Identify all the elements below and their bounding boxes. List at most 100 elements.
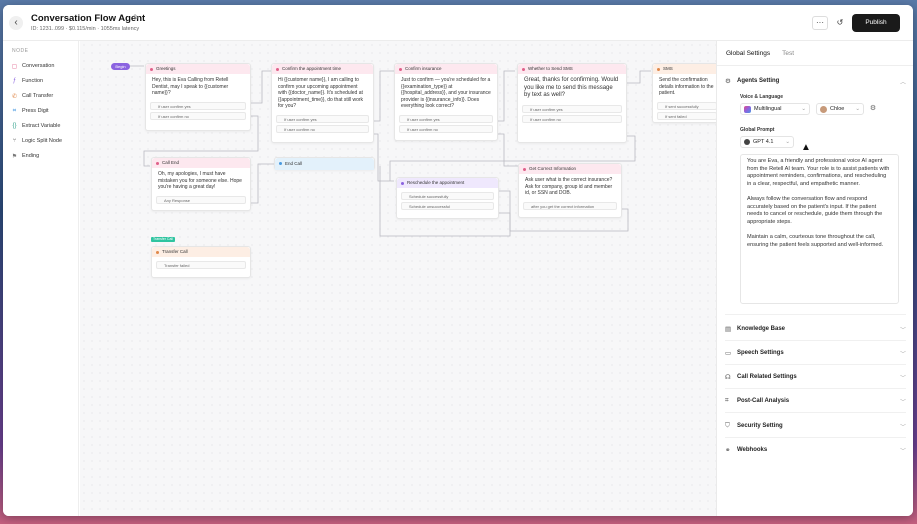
node-option[interactable]: If user confirm no <box>150 111 246 120</box>
node-prompt: Hey, this is Eva Calling from Retell Den… <box>152 77 229 96</box>
node-prompt: Just to confirm — you're scheduled for a… <box>401 77 491 109</box>
node-reschedule-appointment[interactable]: Reschedule the appointment Schedule succ… <box>396 177 499 219</box>
node-type-dot <box>401 181 404 185</box>
edit-pencil-icon[interactable]: ✎ <box>133 13 140 22</box>
node-transfer-call[interactable]: Transfer Call Transfer failed <box>151 246 251 278</box>
model-value: GPT 4.1 <box>753 139 774 145</box>
chevron-down-icon: ﹀ <box>899 399 906 406</box>
node-option[interactable]: If sent successfully <box>657 101 717 110</box>
tab-global-settings[interactable]: Global Settings <box>726 50 770 57</box>
divider <box>725 364 906 365</box>
chevron-down-icon: ﹀ <box>899 448 906 455</box>
node-option[interactable]: If user confirm yes <box>522 104 622 113</box>
phone-transfer-icon: ✆ <box>11 93 18 100</box>
node-type-dot <box>657 67 660 71</box>
sidebar-item-conversation[interactable]: ▢ Conversation <box>11 60 55 72</box>
node-whether-send-sms[interactable]: Whether to Send SMS Great, thanks for co… <box>517 63 627 143</box>
sidebar-item-function[interactable]: ƒ Function <box>11 75 43 87</box>
node-option[interactable]: If sent failed <box>657 111 717 120</box>
publish-button[interactable]: Publish <box>852 14 900 32</box>
section-label: Call Related Settings <box>737 374 797 380</box>
section-label: Knowledge Base <box>737 326 786 332</box>
node-option[interactable]: If user confirm no <box>399 124 493 133</box>
more-options-button[interactable]: ··· <box>812 16 828 30</box>
sidebar-item-press-digit[interactable]: ⌗ Press Digit <box>11 105 49 117</box>
back-button[interactable]: ‹ <box>9 16 23 30</box>
tab-divider <box>717 65 913 66</box>
node-option[interactable]: If user confirm no <box>276 124 369 133</box>
voice-dropdown[interactable]: Chloe ⌄ <box>816 103 864 115</box>
node-header: Call End <box>152 158 250 168</box>
node-option[interactable]: If user confirm no <box>522 114 622 123</box>
voice-language-label: Voice & Language <box>740 94 783 100</box>
node-option[interactable]: Transfer failed <box>156 261 246 269</box>
node-call-end[interactable]: Call End Oh, my apologies, I must have m… <box>151 157 251 211</box>
node-type-dot <box>156 161 159 165</box>
sidebar-item-call-transfer[interactable]: ✆ Call Transfer <box>11 90 53 102</box>
chevron-down-icon: ﹀ <box>899 375 906 382</box>
section-knowledge-base[interactable]: ▤ Knowledge Base ﹀ <box>725 322 906 336</box>
function-icon: ƒ <box>12 78 17 84</box>
begin-marker[interactable]: Begin <box>111 63 130 70</box>
section-speech-settings[interactable]: ▭ Speech Settings ﹀ <box>725 346 906 360</box>
node-confirm-insurance[interactable]: Confirm insurance Just to confirm — you'… <box>394 63 498 141</box>
sidebar-item-label: Ending <box>22 153 40 159</box>
node-title: Whether to Send SMS <box>528 66 573 71</box>
language-value: Multilingual <box>754 106 782 112</box>
node-prompt: Oh, my apologies, I must have mistaken y… <box>158 171 242 190</box>
language-dropdown[interactable]: Multilingual ⌄ <box>740 103 810 115</box>
global-prompt-label: Global Prompt <box>740 127 775 133</box>
model-dropdown[interactable]: GPT 4.1 ⌄ <box>740 136 794 148</box>
node-option[interactable]: Schedule successfully <box>401 192 494 200</box>
tab-test[interactable]: Test <box>782 50 794 57</box>
divider <box>725 340 906 341</box>
node-option[interactable]: If user confirm yes <box>276 114 369 123</box>
global-prompt-textarea[interactable]: You are Eva, a friendly and professional… <box>740 154 899 304</box>
node-option[interactable]: after you get the correct information <box>523 201 617 210</box>
node-prompt: Ask user what is the correct insurance? … <box>525 177 613 196</box>
node-sms[interactable]: SMS Send the confirmation details inform… <box>652 63 722 123</box>
transfer-tag: Transfer Call <box>151 237 175 242</box>
video-icon: ▭ <box>725 350 732 357</box>
sidebar-item-ending[interactable]: ⚑ Ending <box>11 150 39 162</box>
top-header: ‹ Conversation Flow Agent ✎ ID: 1231..09… <box>3 5 913 41</box>
divider <box>725 412 906 413</box>
node-option[interactable]: If user confirm yes <box>150 101 246 110</box>
sidebar-item-extract-variable[interactable]: {} Extract Variable <box>11 120 60 132</box>
section-security-setting[interactable]: ⛉ Security Setting ﹀ <box>725 419 906 433</box>
section-post-call-analysis[interactable]: ⌗ Post-Call Analysis ﹀ <box>725 394 906 408</box>
node-end-call[interactable]: End Call <box>274 157 375 170</box>
brackets-icon: {} <box>12 123 17 129</box>
node-header: Reschedule the appointment <box>397 178 498 188</box>
language-icon <box>744 105 751 113</box>
voice-settings-icon[interactable]: ⚙ <box>868 104 878 114</box>
node-get-correct-information[interactable]: Get Correct Information Ask user what is… <box>518 163 622 218</box>
chevron-up-icon: ︿ <box>899 79 906 86</box>
sidebar-item-label: Call Transfer <box>22 93 54 99</box>
node-greetings[interactable]: Greetings Hey, this is Eva Calling from … <box>145 63 251 131</box>
book-icon: ▤ <box>725 326 732 333</box>
node-header: Get Correct Information <box>519 164 621 174</box>
chevron-down-icon: ⌄ <box>785 139 790 145</box>
section-call-related-settings[interactable]: ☊ Call Related Settings ﹀ <box>725 370 906 384</box>
divider <box>725 388 906 389</box>
node-title: Transfer Call <box>162 249 188 254</box>
voice-avatar <box>820 105 827 113</box>
node-option[interactable]: Schedule unsuccessful <box>401 202 494 210</box>
node-confirm-appointment-time[interactable]: Confirm the appointment time Hi {{custom… <box>271 63 374 143</box>
chevron-down-icon: ⌄ <box>801 106 806 112</box>
agents-setting-header[interactable]: ⚙ Agents Setting ︿ <box>725 74 906 88</box>
chat-icon: ▢ <box>11 63 18 70</box>
section-label: Speech Settings <box>737 350 784 356</box>
section-label: Post-Call Analysis <box>737 398 790 404</box>
agent-meta: ID: 1231..099 · $0.115/min · 1055ms late… <box>31 26 140 32</box>
node-option[interactable]: If user confirm yes <box>399 114 493 123</box>
node-option[interactable]: Any Response <box>156 195 246 204</box>
flow-canvas[interactable]: Begin Greetings Hey, this is Eva Calling… <box>80 41 722 516</box>
history-icon[interactable]: ↺ <box>833 16 847 30</box>
sidebar-item-logic-split[interactable]: ⑂ Logic Split Node <box>11 135 62 147</box>
section-label: Security Setting <box>737 423 783 429</box>
chevron-down-icon: ⌄ <box>855 106 860 112</box>
section-webhooks[interactable]: ⚭ Webhooks ﹀ <box>725 443 906 457</box>
chevron-down-icon: ﹀ <box>899 327 906 334</box>
